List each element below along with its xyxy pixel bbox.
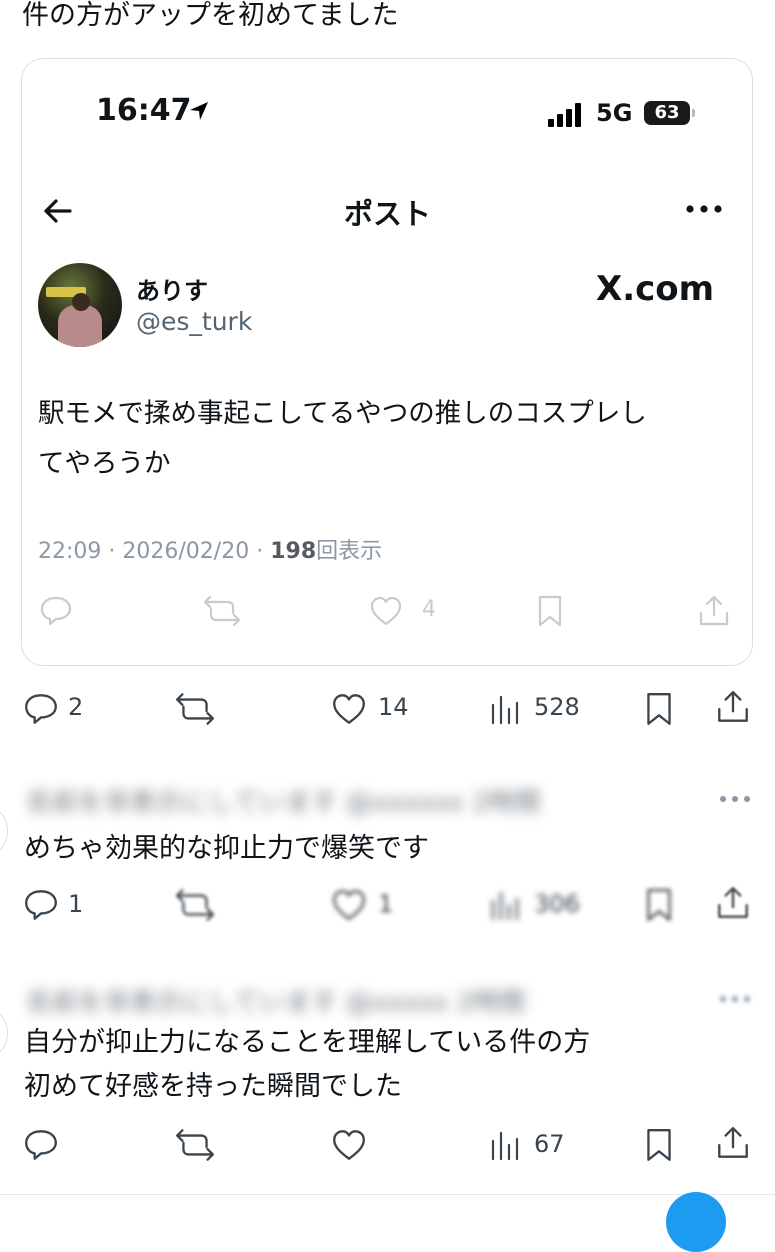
view-count: 67	[534, 1130, 565, 1158]
back-arrow-icon[interactable]	[40, 193, 76, 229]
view-count: 306	[534, 890, 580, 918]
reply-icon	[40, 596, 72, 626]
views-icon[interactable]	[488, 690, 524, 728]
more-options-icon[interactable]	[684, 201, 724, 217]
view-count: 528	[534, 693, 580, 721]
share-icon[interactable]	[714, 884, 752, 922]
network-label: 5G	[596, 99, 633, 127]
caption-text: 件の方がアップを初めてました	[22, 0, 399, 31]
share-icon[interactable]	[714, 1124, 752, 1162]
bookmark-icon[interactable]	[642, 690, 676, 728]
reply-icon[interactable]	[22, 1126, 60, 1164]
more-options-icon[interactable]	[718, 792, 752, 806]
views-icon[interactable]	[488, 886, 524, 924]
repost-icon[interactable]	[174, 886, 216, 924]
reply-header-blurred: 名前を非表示にしています @xxxxx 2時間	[26, 988, 526, 1018]
post-meta: 22:09 · 2026/02/20 · 198回表示	[38, 533, 382, 565]
like-icon[interactable]	[330, 690, 368, 728]
views-count: 198	[270, 539, 317, 564]
nav-title: ポスト	[344, 197, 432, 231]
reply-avatar-edge	[0, 810, 8, 852]
post-date: 2026/02/20	[122, 539, 250, 564]
like-icon[interactable]	[330, 1126, 368, 1164]
like-count: 14	[378, 693, 409, 721]
like-icon	[370, 596, 402, 626]
author-name[interactable]: ありす	[136, 271, 208, 306]
reply-text-line2: 初めて好感を持った瞬間でした	[24, 1071, 402, 1102]
like-icon[interactable]	[330, 886, 368, 924]
like-count: 4	[422, 597, 436, 622]
battery-icon: 63	[644, 101, 690, 125]
meta-separator: ·	[108, 539, 116, 564]
repost-icon[interactable]	[174, 1126, 216, 1164]
bottom-divider	[0, 1194, 775, 1195]
like-count: 1	[378, 890, 394, 918]
reply-text: めちゃ効果的な抑止力で爆笑です	[24, 833, 429, 864]
status-time: 16:47	[96, 93, 192, 128]
bookmark-icon	[538, 595, 562, 627]
avatar[interactable]	[38, 263, 122, 347]
battery-level: 63	[654, 102, 680, 123]
reply-text-line1: 自分が抑止力になることを理解している件の方	[24, 1027, 591, 1058]
battery-tip	[692, 109, 695, 117]
reply-icon[interactable]	[22, 690, 60, 728]
post-time: 22:09	[38, 539, 102, 564]
post-text-line2: てやろうか	[38, 448, 171, 479]
author-handle[interactable]: @es_turk	[136, 307, 252, 336]
repost-icon[interactable]	[174, 690, 216, 728]
more-options-icon[interactable]	[718, 992, 752, 1006]
x-com-watermark: X.com	[596, 269, 715, 309]
share-icon[interactable]	[714, 688, 752, 726]
reply-avatar-edge	[0, 1012, 8, 1054]
reply-count: 2	[68, 693, 84, 721]
share-icon	[699, 595, 729, 626]
compose-fab-edge[interactable]	[666, 1192, 726, 1252]
embedded-screenshot-card: 16:47 5G 63 ポスト ありす @es_turk X.com 駅モメで揉…	[21, 58, 753, 666]
reply-count: 1	[68, 890, 84, 918]
location-arrow-icon	[190, 102, 208, 120]
reply-icon[interactable]	[22, 886, 60, 924]
signal-bars-icon	[548, 103, 581, 127]
views-label: 回表示	[316, 539, 383, 564]
reply-header-blurred: 名前を非表示にしています @xxxxxx 2時間	[26, 788, 541, 818]
bookmark-icon[interactable]	[642, 1126, 676, 1164]
post-text-line1: 駅モメで揉め事起こしてるやつの推しのコスプレし	[38, 398, 647, 429]
bookmark-icon[interactable]	[642, 886, 676, 924]
repost-icon	[203, 595, 241, 627]
views-icon[interactable]	[488, 1126, 524, 1164]
meta-separator-2: ·	[256, 539, 264, 564]
